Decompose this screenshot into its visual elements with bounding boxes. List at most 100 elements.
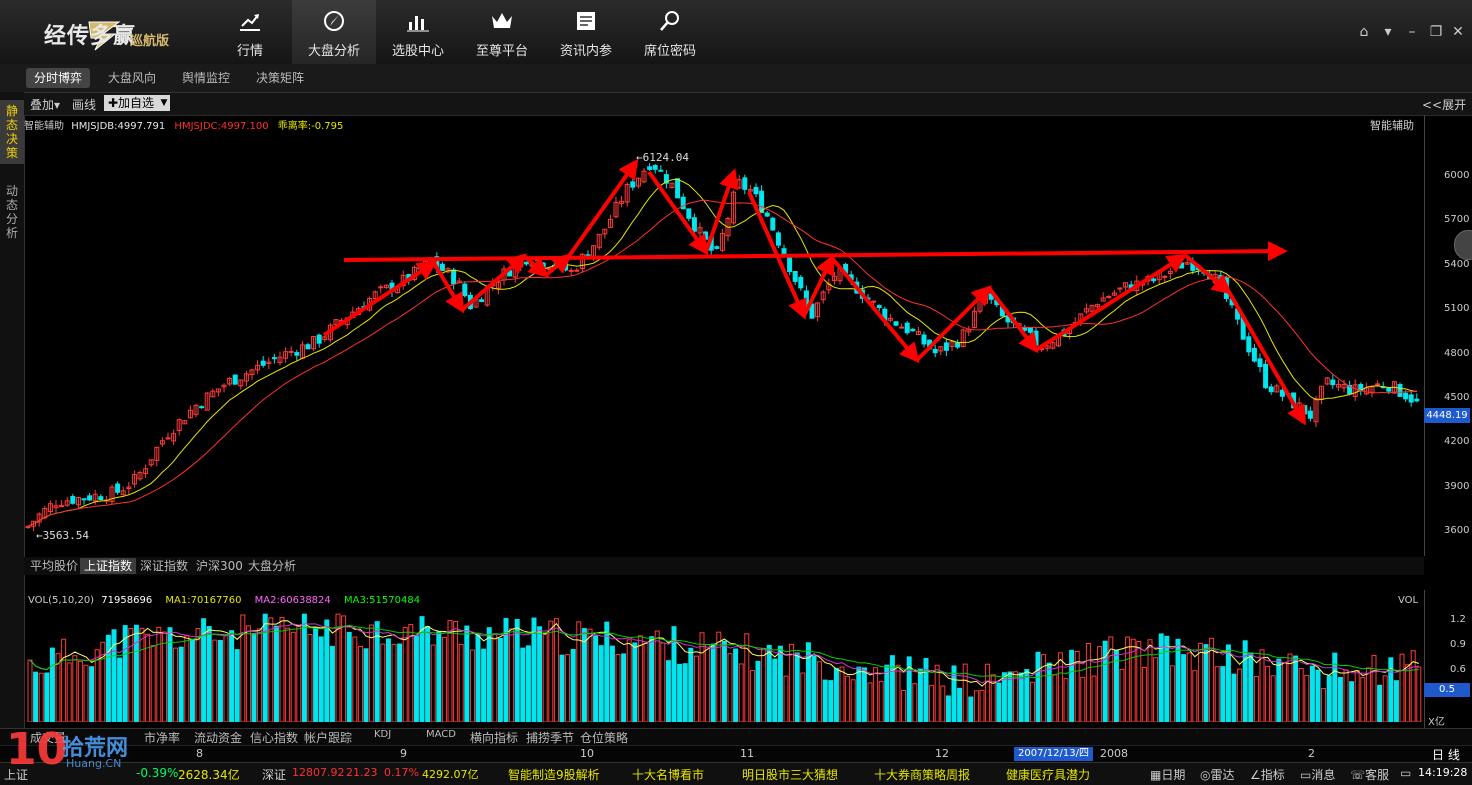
indicator-tool[interactable]: ∠指标 xyxy=(1250,766,1285,783)
date-tool[interactable]: ▦日期 xyxy=(1150,766,1185,783)
ind-tab-capital-flow[interactable]: 流动资金 xyxy=(194,729,242,746)
volume-bar xyxy=(1399,653,1405,722)
volume-bar xyxy=(901,690,907,722)
tab-market-trend[interactable]: 大盘风向 xyxy=(100,68,164,88)
nav-label: 选股中心 xyxy=(391,44,444,59)
chevron-down-icon[interactable]: ▼ xyxy=(158,95,170,111)
volume-bar xyxy=(486,627,492,722)
compass-icon xyxy=(324,11,344,31)
volume-bar xyxy=(1237,668,1243,722)
period-label[interactable]: 日 线 xyxy=(1432,746,1460,763)
status-bar: 上证 -0.39% 2628.34亿 深证 12807.92 21.23 0.1… xyxy=(0,762,1472,785)
radar-tool[interactable]: ◎雷达 xyxy=(1200,766,1235,783)
tab-sh-index[interactable]: 上证指数 xyxy=(80,558,137,574)
overlay-menu[interactable]: 叠加▾ xyxy=(30,96,60,113)
candle-body xyxy=(686,208,692,219)
volume-bar xyxy=(156,626,162,722)
volume-bar xyxy=(1293,655,1299,722)
ind-tab-confidence[interactable]: 信心指数 xyxy=(250,729,298,746)
volume-bar xyxy=(38,672,44,722)
ind-tab-account[interactable]: 帐户跟踪 xyxy=(304,729,352,746)
nav-stock-picking[interactable]: 选股中心 xyxy=(376,0,460,64)
volume-bar xyxy=(1186,652,1192,722)
candles xyxy=(25,163,1420,532)
volume-bar xyxy=(1304,674,1310,722)
volume-bar xyxy=(469,649,475,722)
volume-bar xyxy=(307,634,313,722)
home-icon[interactable]: ⌂ xyxy=(1356,24,1372,40)
candle-body xyxy=(630,181,636,188)
expand-button[interactable]: <<展开 xyxy=(1422,96,1466,113)
volume-bar xyxy=(609,645,615,722)
ind-tab-pb[interactable]: 市净率 xyxy=(144,729,180,746)
volume-bar xyxy=(1214,666,1220,722)
volume-bar xyxy=(1080,676,1086,722)
tab-hs300[interactable]: 沪深300 xyxy=(192,558,247,574)
tab-sz-index[interactable]: 深证指数 xyxy=(136,558,192,574)
volume-bar xyxy=(425,626,431,722)
volume-bar xyxy=(637,635,643,722)
volume-bar xyxy=(822,679,828,722)
service-tool[interactable]: ☏客服 xyxy=(1350,766,1389,783)
add-favorite-button[interactable]: ✚加自选 xyxy=(104,95,159,111)
vtab-static-decision[interactable]: 静态决策 xyxy=(0,100,24,164)
ind-tab-horizontal[interactable]: 横向指标 xyxy=(470,729,518,746)
tab-sentiment[interactable]: 舆情监控 xyxy=(174,68,238,88)
candle-body xyxy=(1251,347,1257,362)
ind-tab-macd[interactable]: MACD xyxy=(426,729,456,740)
candle-body xyxy=(652,164,658,170)
nav-market-analysis[interactable]: 大盘分析 xyxy=(292,0,376,64)
tab-market-analysis[interactable]: 大盘分析 xyxy=(244,558,300,574)
volume-chart[interactable] xyxy=(24,606,1424,722)
vol-ma3: MA3:51570484 xyxy=(343,595,421,606)
nav-seat-code[interactable]: 席位密码 xyxy=(628,0,712,64)
nav-market[interactable]: 行情 xyxy=(208,0,292,64)
volume-bar xyxy=(189,638,195,722)
left-vertical-tabs: 静态决策 动态分析 xyxy=(0,92,25,732)
top-nav-bar: 经传多赢 巡航版 行情 大盘分析 选股中心 至尊平台 资讯内参 席位密码 ⌂ ▾… xyxy=(0,0,1472,65)
tab-decision-matrix[interactable]: 决策矩阵 xyxy=(248,68,312,88)
vtab-dynamic-analysis[interactable]: 动态分析 xyxy=(0,180,24,244)
volume-bar xyxy=(587,628,593,722)
date-axis: 8 9 10 11 12 2007/12/13/四 2008 2 日 线 xyxy=(0,745,1472,763)
tab-avg-price[interactable]: 平均股价 xyxy=(26,558,82,574)
volume-bar xyxy=(912,683,918,722)
price-tick-label: 5700 xyxy=(1444,214,1470,226)
ticker-item[interactable]: 健康医疗具潜力 xyxy=(1006,766,1090,783)
ticker-item[interactable]: 明日股市三大猜想 xyxy=(742,766,838,783)
volume-axis xyxy=(1424,590,1472,728)
watermark-url: Huang.CN xyxy=(66,757,122,770)
volume-bar xyxy=(733,648,739,722)
nav-premium-platform[interactable]: 至尊平台 xyxy=(460,0,544,64)
candle-body xyxy=(803,290,809,305)
dropdown-icon[interactable]: ▾ xyxy=(1380,24,1396,40)
minimize-icon[interactable]: – xyxy=(1404,24,1420,40)
volume-tick-label: 0.6 xyxy=(1450,664,1466,675)
ind-tab-kdj[interactable]: KDJ xyxy=(374,729,391,740)
candlestick-chart[interactable]: ←6124.04 ←3563.54 xyxy=(24,130,1424,556)
neckline-arrow xyxy=(343,241,1288,262)
volume-bar xyxy=(789,643,795,722)
draw-line-button[interactable]: 画线 xyxy=(72,96,96,113)
candle-body xyxy=(759,190,765,214)
tool-label: 日期 xyxy=(1161,768,1186,782)
ind-tab-fishing-season[interactable]: 捕捞季节 xyxy=(526,729,574,746)
message-tool[interactable]: ▭消息 xyxy=(1300,766,1335,783)
restore-icon[interactable]: ❐ xyxy=(1428,24,1444,40)
date-label: 9 xyxy=(400,747,407,760)
volume-bar xyxy=(677,663,683,722)
volume-bar xyxy=(1220,666,1226,722)
ind-tab-position-strategy[interactable]: 仓位策略 xyxy=(580,729,628,746)
volume-bar xyxy=(621,653,627,722)
tab-time-share[interactable]: 分时博弈 xyxy=(26,68,91,88)
ticker-item[interactable]: 十大名博看市 xyxy=(632,766,704,783)
volume-bar xyxy=(682,663,688,722)
ticker-item[interactable]: 十大券商策略周报 xyxy=(874,766,970,783)
volume-bar xyxy=(72,655,78,722)
candle-body xyxy=(1162,275,1168,278)
nav-news[interactable]: 资讯内参 xyxy=(544,0,628,64)
close-icon[interactable]: ✕ xyxy=(1450,24,1466,40)
chart-up-icon xyxy=(240,14,260,31)
volume-bar xyxy=(973,690,979,722)
ticker-item[interactable]: 智能制造9股解析 xyxy=(508,766,600,783)
